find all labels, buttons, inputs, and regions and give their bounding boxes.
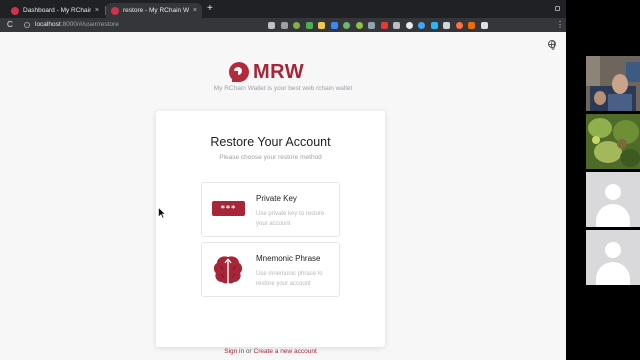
avatar-head-icon (605, 184, 621, 200)
mnemonic-phrase-option[interactable]: Mnemonic Phrase Use mnemonic phrase to r… (201, 242, 340, 297)
url-path: :8000/#/user/restore (60, 21, 119, 28)
participant-avatar-tile[interactable] (586, 172, 640, 227)
browser-window: Dashboard - My RChain Wallet × restore -… (0, 0, 566, 360)
language-globe-icon[interactable] (548, 40, 556, 50)
brain-icon (213, 256, 243, 284)
private-key-option[interactable]: *** Private Key Use private key to resto… (201, 182, 340, 237)
cast-icon[interactable] (430, 21, 438, 29)
link-icon[interactable] (393, 21, 400, 29)
brand-logo: MRW (229, 60, 304, 84)
mouse-cursor-icon (158, 207, 166, 219)
github-icon[interactable] (405, 21, 413, 29)
rchain-logo-icon (229, 62, 249, 82)
extension-icon[interactable] (480, 21, 488, 29)
url-text: localhost:8000/#/user/restore (35, 20, 119, 30)
grid-icon[interactable] (368, 21, 375, 29)
option-title: Mnemonic Phrase (256, 254, 321, 263)
tab-close-icon[interactable]: × (95, 7, 99, 14)
new-tab-button[interactable]: + (207, 4, 213, 14)
tagline: My RChain Wallet is your best web rchain… (213, 85, 353, 92)
screen: Dashboard - My RChain Wallet × restore -… (0, 0, 640, 360)
tab-title: Dashboard - My RChain Wallet (23, 7, 91, 14)
option-title: Private Key (256, 194, 297, 203)
extension-icon[interactable] (468, 21, 475, 29)
restore-card: Restore Your Account Please choose your … (156, 111, 385, 355)
chrome-icon[interactable] (418, 21, 425, 29)
option-description: Use mnemonic phrase to restore your acco… (256, 271, 323, 287)
rchain-favicon-icon (111, 6, 119, 15)
participant-video-tile[interactable] (586, 114, 640, 169)
tab-title: restore - My RChain Wallet (123, 7, 189, 14)
participant-avatar-tile[interactable] (586, 230, 640, 285)
key-icon[interactable] (268, 21, 275, 29)
rchain-favicon-icon (11, 6, 19, 15)
webcam-feed-image (586, 56, 640, 111)
dot-icon[interactable] (455, 21, 463, 29)
avatar-head-icon (605, 242, 621, 258)
create-account-link[interactable]: Create a new account (254, 348, 317, 355)
url-host: localhost (35, 21, 61, 28)
or-text: or (245, 348, 252, 355)
option-description: Use private key to restore your account (256, 211, 325, 227)
tab-strip: Dashboard - My RChain Wallet × restore -… (0, 0, 566, 18)
reload-button[interactable]: C (7, 20, 13, 30)
webcam-feed-image (586, 114, 640, 169)
password-icon-text: *** (220, 204, 237, 213)
page-content: MRW My RChain Wallet is your best web rc… (0, 32, 566, 360)
extension-icons (268, 21, 493, 29)
fire-icon[interactable] (380, 21, 388, 29)
site-info-icon[interactable] (24, 22, 30, 28)
android-icon[interactable] (293, 21, 300, 29)
window-restore-icon[interactable] (555, 6, 560, 11)
shield-icon[interactable] (305, 21, 313, 29)
browser-toolbar: C localhost:8000/#/user/restore ⋮ (0, 18, 566, 32)
browser-menu-icon[interactable]: ⋮ (556, 20, 564, 30)
address-bar[interactable]: localhost:8000/#/user/restore (20, 20, 260, 30)
tab-close-icon[interactable]: × (193, 7, 197, 14)
avatar-body-icon (596, 204, 630, 227)
page-title: Restore Your Account (210, 135, 331, 149)
password-icon: *** (212, 201, 245, 216)
tab-dashboard[interactable]: Dashboard - My RChain Wallet × (6, 3, 104, 18)
participant-video-tile[interactable] (586, 56, 640, 111)
note-icon[interactable] (318, 21, 325, 29)
logo-text: MRW (253, 60, 305, 83)
video-call-panel (566, 0, 640, 360)
sign-in-link[interactable]: Sign in (224, 348, 244, 355)
circle-icon[interactable] (355, 21, 363, 29)
translate-icon[interactable] (330, 21, 338, 29)
tab-restore[interactable]: restore - My RChain Wallet × (106, 3, 202, 18)
star-icon[interactable] (280, 21, 288, 29)
auth-links: Sign in or Create a new account (156, 348, 385, 355)
z-icon[interactable] (443, 21, 450, 29)
avatar-body-icon (596, 262, 630, 285)
page-subtitle: Please choose your restore method (219, 154, 322, 161)
leaf-icon[interactable] (343, 21, 350, 29)
